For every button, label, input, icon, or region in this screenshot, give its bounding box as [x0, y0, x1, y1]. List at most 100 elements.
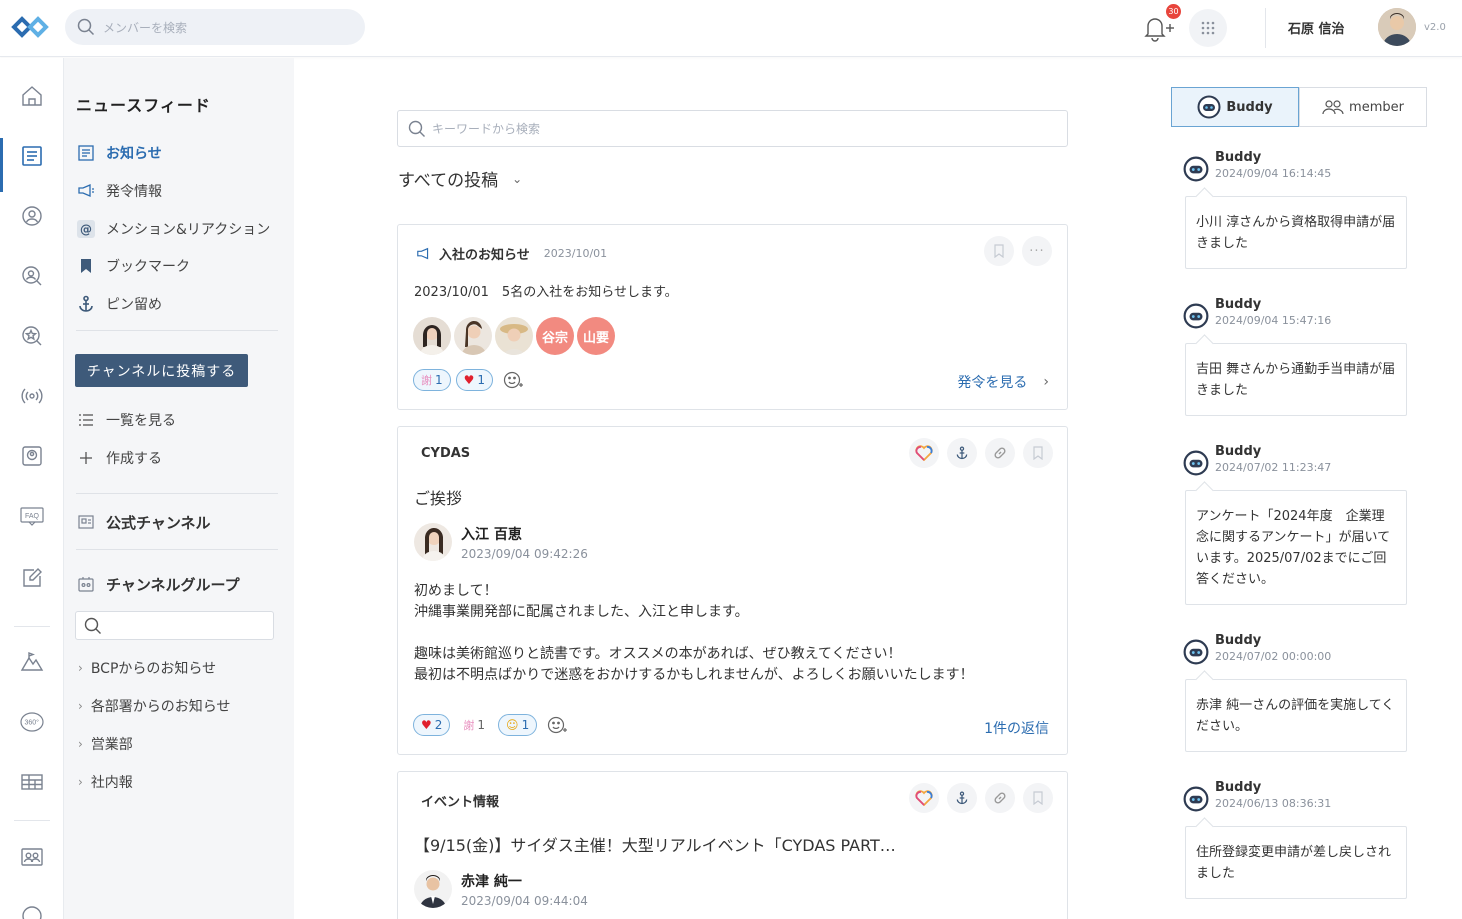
- rail-contact-icon[interactable]: [0, 434, 64, 478]
- rail-news-icon[interactable]: [0, 134, 64, 192]
- reaction-chip[interactable]: ☺ 1: [498, 714, 538, 736]
- tab-member[interactable]: member: [1299, 87, 1427, 127]
- rail-team-icon[interactable]: [0, 835, 64, 879]
- nav-item-mentions[interactable]: @ メンション&リアクション: [76, 216, 270, 242]
- buddy-message[interactable]: Buddy 2024/07/02 11:23:47 アンケート「2024年度 企業…: [1183, 444, 1413, 605]
- post-title[interactable]: 【9/15(金)】サイダス主催！大型リアルイベント「CYDAS PART…: [414, 832, 896, 856]
- apps-menu-button[interactable]: [1189, 9, 1227, 47]
- rail-table-icon[interactable]: [0, 760, 64, 804]
- user-avatar[interactable]: [1378, 8, 1416, 46]
- rail-star-search-icon[interactable]: [0, 314, 64, 358]
- bookmark-icon: [1033, 446, 1043, 460]
- channel-group-section[interactable]: チャンネルグループ: [76, 571, 240, 597]
- reaction-chip[interactable]: 謝1: [413, 369, 451, 391]
- post-author[interactable]: 入江 百恵 2023/09/04 09:42:26: [414, 523, 588, 561]
- version-label: v2.0: [1424, 22, 1446, 33]
- buddy-name: Buddy: [1215, 444, 1262, 459]
- post-author[interactable]: 赤津 純一 2023/09/04 09:44:04: [414, 870, 588, 908]
- group-item[interactable]: › 各部署からのお知らせ: [78, 696, 231, 716]
- view-list-link[interactable]: 一覧を見る: [76, 407, 176, 433]
- nav-item-pins[interactable]: ピン留め: [76, 291, 162, 317]
- avatar[interactable]: 山要: [577, 317, 615, 355]
- buddy-message[interactable]: Buddy 2024/06/13 08:36:31 住所登録変更申請が差し戻しされ…: [1183, 780, 1413, 899]
- rail-edit-icon[interactable]: [0, 556, 64, 600]
- app-logo[interactable]: [10, 12, 50, 42]
- new-member-avatars: 谷宗 山要: [413, 317, 618, 355]
- reaction-chip[interactable]: 謝1: [455, 714, 493, 736]
- buddy-message[interactable]: Buddy 2024/07/02 00:00:00 赤津 純一さんの評価を実施して…: [1183, 633, 1413, 752]
- pin-icon: [76, 294, 96, 314]
- buddy-message[interactable]: Buddy 2024/09/04 15:47:16 吉田 舞さんから通勤手当申請が…: [1183, 297, 1413, 416]
- link-icon: [994, 447, 1006, 459]
- rail-profile-icon[interactable]: [0, 194, 64, 238]
- people-icon: [1322, 99, 1344, 115]
- pin-button[interactable]: [947, 438, 977, 468]
- thanks-emoji: 謝: [421, 374, 432, 387]
- nav-item-announcements[interactable]: 発令情報: [76, 178, 162, 204]
- svg-text:360°: 360°: [25, 719, 40, 727]
- rail-faq-icon[interactable]: FAQ: [0, 494, 64, 538]
- user-name[interactable]: 石原 信治: [1288, 18, 1345, 37]
- bookmark-button[interactable]: [1023, 438, 1053, 468]
- official-channel-section[interactable]: 公式チャンネル: [76, 509, 211, 535]
- reaction-count: 1: [477, 718, 486, 732]
- bookmark-button[interactable]: [984, 236, 1014, 266]
- megaphone-icon: [76, 181, 96, 201]
- add-reaction-icon[interactable]: [502, 369, 524, 391]
- member-search-input[interactable]: メンバーを検索: [65, 9, 365, 45]
- more-options-button[interactable]: ···: [1022, 236, 1052, 266]
- channel-group-search-input[interactable]: [75, 611, 274, 640]
- add-reaction-icon[interactable]: [546, 714, 568, 736]
- rail-people-search-icon[interactable]: [0, 254, 64, 298]
- group-item[interactable]: › BCPからのお知らせ: [78, 658, 216, 678]
- buddy-timestamp: 2024/06/13 08:36:31: [1215, 797, 1332, 810]
- rail-broadcast-icon[interactable]: [0, 374, 64, 418]
- author-name: 入江 百恵: [461, 526, 522, 543]
- reaction-button[interactable]: [909, 438, 939, 468]
- post-channel-name: 入社のお知らせ: [439, 248, 530, 263]
- group-item[interactable]: › 営業部: [78, 734, 133, 754]
- rail-home-icon[interactable]: [0, 74, 64, 118]
- notification-button[interactable]: 30: [1140, 4, 1181, 46]
- avatar[interactable]: 谷宗: [536, 317, 574, 355]
- post-title[interactable]: ご挨拶: [414, 485, 462, 509]
- copy-link-button[interactable]: [985, 438, 1015, 468]
- buddy-message[interactable]: Buddy 2024/09/04 16:14:45 小川 淳さんから資格取得申請が…: [1183, 150, 1413, 269]
- replies-link[interactable]: 1件の返信: [984, 718, 1049, 738]
- create-channel-link[interactable]: 作成する: [76, 445, 162, 471]
- group-item-label: 営業部: [90, 737, 133, 753]
- post-channel[interactable]: 入社のお知らせ 2023/10/01: [415, 244, 607, 263]
- avatar[interactable]: [413, 317, 451, 355]
- post-filter-label: すべての投稿: [398, 171, 499, 191]
- view-announcement-link[interactable]: 発令を見る ›: [957, 372, 1049, 392]
- reaction-button[interactable]: [909, 783, 939, 813]
- chevron-right-icon: ›: [78, 699, 83, 713]
- group-item[interactable]: › 社内報: [78, 772, 133, 792]
- post-filter-dropdown[interactable]: すべての投稿 ⌄: [398, 166, 522, 191]
- tab-label: member: [1349, 99, 1404, 115]
- post-to-channel-button[interactable]: チャンネルに投稿する: [75, 354, 248, 387]
- search-icon: [84, 617, 101, 634]
- post-channel-name[interactable]: CYDAS: [421, 446, 470, 461]
- avatar[interactable]: [495, 317, 533, 355]
- bookmark-button[interactable]: [1023, 783, 1053, 813]
- rail-more-icon[interactable]: [0, 894, 64, 919]
- tab-buddy[interactable]: Buddy: [1171, 87, 1299, 127]
- pin-button[interactable]: [947, 783, 977, 813]
- avatar[interactable]: [414, 870, 452, 908]
- keyword-search-input[interactable]: キーワードから検索: [397, 110, 1068, 147]
- copy-link-button[interactable]: [985, 783, 1015, 813]
- pin-icon: [956, 446, 968, 460]
- avatar[interactable]: [454, 317, 492, 355]
- post-channel-name[interactable]: イベント情報: [421, 791, 499, 810]
- nav-item-bookmarks[interactable]: ブックマーク: [76, 253, 190, 279]
- rail-mountain-icon[interactable]: [0, 640, 64, 684]
- group-item-label: BCPからのお知らせ: [90, 661, 217, 677]
- post-body: 2023/10/01 5名の入社をお知らせします。: [414, 285, 678, 300]
- chevron-right-icon: ›: [1043, 374, 1049, 390]
- reaction-chip[interactable]: ♥ 1: [455, 369, 494, 391]
- avatar[interactable]: [414, 523, 452, 561]
- nav-item-notices[interactable]: お知らせ: [76, 140, 162, 166]
- reaction-chip[interactable]: ♥ 2: [413, 714, 451, 736]
- rail-360-icon[interactable]: 360°: [0, 700, 64, 744]
